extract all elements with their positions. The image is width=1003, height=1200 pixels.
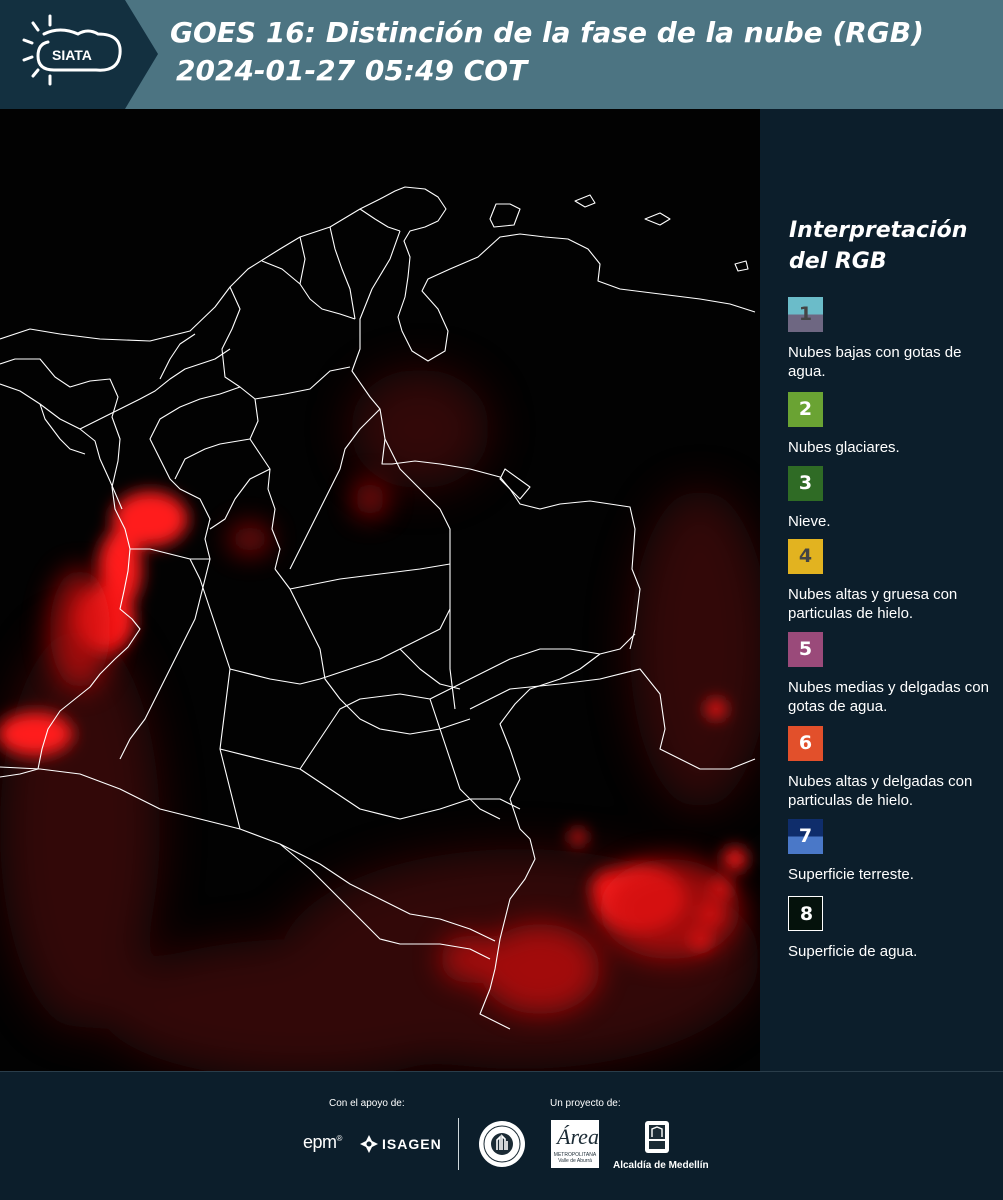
medellin-name: Alcaldía de Medellín bbox=[613, 1160, 709, 1171]
legend-swatch-6: 6 bbox=[788, 726, 823, 761]
satellite-map bbox=[0, 109, 760, 1071]
isagen-icon bbox=[360, 1135, 378, 1153]
footer-divider bbox=[458, 1118, 459, 1170]
legend-number: 7 bbox=[798, 825, 813, 847]
support-label: Con el apoyo de: bbox=[329, 1098, 405, 1109]
area-logo-subtext: METROPOLITANA Valle de Aburrá bbox=[553, 1152, 597, 1164]
legend-number: 3 bbox=[798, 472, 813, 494]
legend-label: Nieve. bbox=[788, 513, 831, 530]
epm-logo-text: epm bbox=[303, 1132, 337, 1152]
legend-label: Superficie de agua. bbox=[788, 943, 918, 960]
legend-number: 6 bbox=[798, 732, 813, 754]
legend-swatch-5: 5 bbox=[788, 632, 823, 667]
legend-title-line2: del RGB bbox=[789, 249, 887, 274]
legend-label: Nubes medias y delgadas con gotas de agu… bbox=[788, 679, 989, 715]
legend-label: Nubes altas y delgadas con particulas de… bbox=[788, 773, 973, 809]
legend-title: Interpretación del RGB bbox=[789, 215, 999, 277]
svg-text:SIATA: SIATA bbox=[52, 47, 92, 63]
project-label: Un proyecto de: bbox=[550, 1098, 621, 1109]
legend-swatch-7: 7 bbox=[788, 819, 823, 854]
medellin-crest-icon bbox=[642, 1119, 672, 1157]
legend-label: Nubes bajas con gotas de agua. bbox=[788, 344, 962, 380]
legend-label: Nubes altas y gruesa con particulas de h… bbox=[788, 586, 958, 622]
isagen-logo: ISAGEN bbox=[360, 1134, 442, 1154]
siata-logo: SIATA bbox=[0, 0, 160, 109]
legend-number: 4 bbox=[798, 545, 813, 567]
legend-number: 1 bbox=[798, 303, 813, 325]
legend-swatch-8: 8 bbox=[788, 896, 823, 931]
title-timestamp: 2024-01-27 05:49 COT bbox=[176, 54, 528, 87]
university-seal-icon bbox=[478, 1120, 526, 1168]
legend-number: 5 bbox=[798, 638, 813, 660]
epm-logo: epm® bbox=[303, 1132, 342, 1152]
page-title: GOES 16: Distinción de la fase de la nub… bbox=[170, 14, 990, 90]
area-logo-text: Área bbox=[557, 1124, 599, 1149]
title-product: GOES 16: Distinción de la fase de la nub… bbox=[170, 16, 924, 49]
legend-swatch-2: 2 bbox=[788, 392, 823, 427]
footer: Con el apoyo de: Un proyecto de: epm® IS… bbox=[0, 1071, 1003, 1200]
legend-label: Nubes glaciares. bbox=[788, 439, 900, 456]
legend-swatch-1: 1 bbox=[788, 297, 823, 332]
legend-label: Superficie terreste. bbox=[788, 866, 914, 883]
legend-number: 8 bbox=[799, 903, 814, 925]
area-metropolitana-logo: Área METROPOLITANA Valle de Aburrá bbox=[551, 1120, 599, 1168]
header-bar: SIATA GOES 16: Distinción de la fase de … bbox=[0, 0, 1003, 109]
legend-swatch-4: 4 bbox=[788, 539, 823, 574]
legend-panel: Interpretación del RGB 1 Nubes bajas con … bbox=[760, 109, 1003, 1071]
legend-number: 2 bbox=[798, 398, 813, 420]
legend-title-line1: Interpretación bbox=[789, 218, 968, 243]
isagen-logo-text: ISAGEN bbox=[382, 1136, 442, 1152]
legend-swatch-3: 3 bbox=[788, 466, 823, 501]
